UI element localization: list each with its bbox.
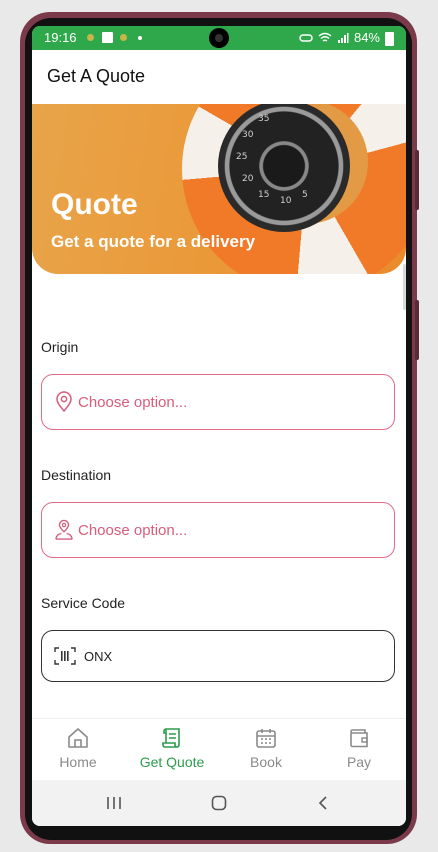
bottom-navigation: Home Get Quote Book Pay: [32, 718, 406, 781]
nav-get-quote-label: Get Quote: [139, 754, 205, 770]
nav-home-label: Home: [59, 754, 97, 770]
dial-number: 10: [280, 196, 292, 206]
notification-dot-icon: [87, 34, 94, 41]
home-icon: [38, 725, 118, 751]
notification-more-icon: [138, 36, 142, 40]
banner-subtitle: Get a quote for a delivery: [51, 232, 256, 251]
recent-apps-icon[interactable]: [102, 792, 126, 814]
barcode-scan-icon: [54, 646, 76, 666]
service-code-label: Service Code: [41, 595, 126, 611]
origin-label: Origin: [41, 339, 79, 355]
notification-square-icon: [102, 32, 113, 43]
status-bar: 19:16 84%: [32, 26, 406, 50]
back-icon[interactable]: [311, 792, 335, 814]
app-header: Get A Quote: [32, 50, 406, 104]
calendar-icon: [226, 725, 306, 751]
nav-get-quote[interactable]: Get Quote: [132, 725, 212, 770]
quote-banner: 35 30 25 20 15 10 5 Quote Get a quote fo…: [32, 104, 406, 274]
combination-lock-image: 35 30 25 20 15 10 5: [218, 104, 350, 232]
wifi-icon: [318, 32, 332, 42]
wallet-icon: [319, 725, 399, 751]
destination-label: Destination: [41, 467, 112, 483]
destination-placeholder: Choose option...: [78, 521, 188, 539]
origin-placeholder: Choose option...: [78, 393, 188, 411]
app-screen: 19:16 84% Get A Quote 35 30 25 20 15 10 …: [32, 26, 406, 826]
banner-title: Quote: [51, 188, 138, 221]
location-user-icon: [54, 519, 74, 541]
front-camera: [209, 28, 229, 48]
nav-book-label: Book: [250, 754, 282, 770]
volume-button: [415, 150, 419, 210]
origin-select[interactable]: Choose option...: [41, 374, 395, 430]
dial-number: 20: [242, 174, 254, 184]
power-button: [415, 300, 419, 360]
nav-pay[interactable]: Pay: [319, 725, 399, 770]
link-icon: [299, 33, 313, 42]
nav-home[interactable]: Home: [38, 725, 118, 770]
scrollbar[interactable]: [403, 264, 406, 310]
quote-scroll-icon: [132, 725, 212, 751]
system-navigation-bar: [32, 780, 406, 826]
dial-number: 15: [258, 190, 270, 200]
dial-number: 35: [258, 114, 270, 124]
location-pin-icon: [54, 391, 74, 413]
dial-number: 5: [302, 190, 308, 200]
dial-number: 30: [242, 130, 254, 140]
nav-book[interactable]: Book: [226, 725, 306, 770]
nav-pay-label: Pay: [346, 754, 372, 770]
destination-select[interactable]: Choose option...: [41, 502, 395, 558]
status-icons: 84%: [299, 30, 394, 46]
home-button-icon[interactable]: [207, 792, 231, 814]
status-time: 19:16: [44, 30, 77, 45]
page-title: Get A Quote: [47, 66, 146, 86]
signal-icon: [337, 32, 349, 43]
dial-number: 25: [236, 152, 248, 162]
service-code-input[interactable]: ONX: [41, 630, 395, 682]
service-code-value: ONX: [84, 648, 113, 664]
battery-percent: 84%: [353, 30, 380, 45]
notification-dot-icon: [120, 34, 127, 41]
battery-icon: [385, 31, 394, 46]
